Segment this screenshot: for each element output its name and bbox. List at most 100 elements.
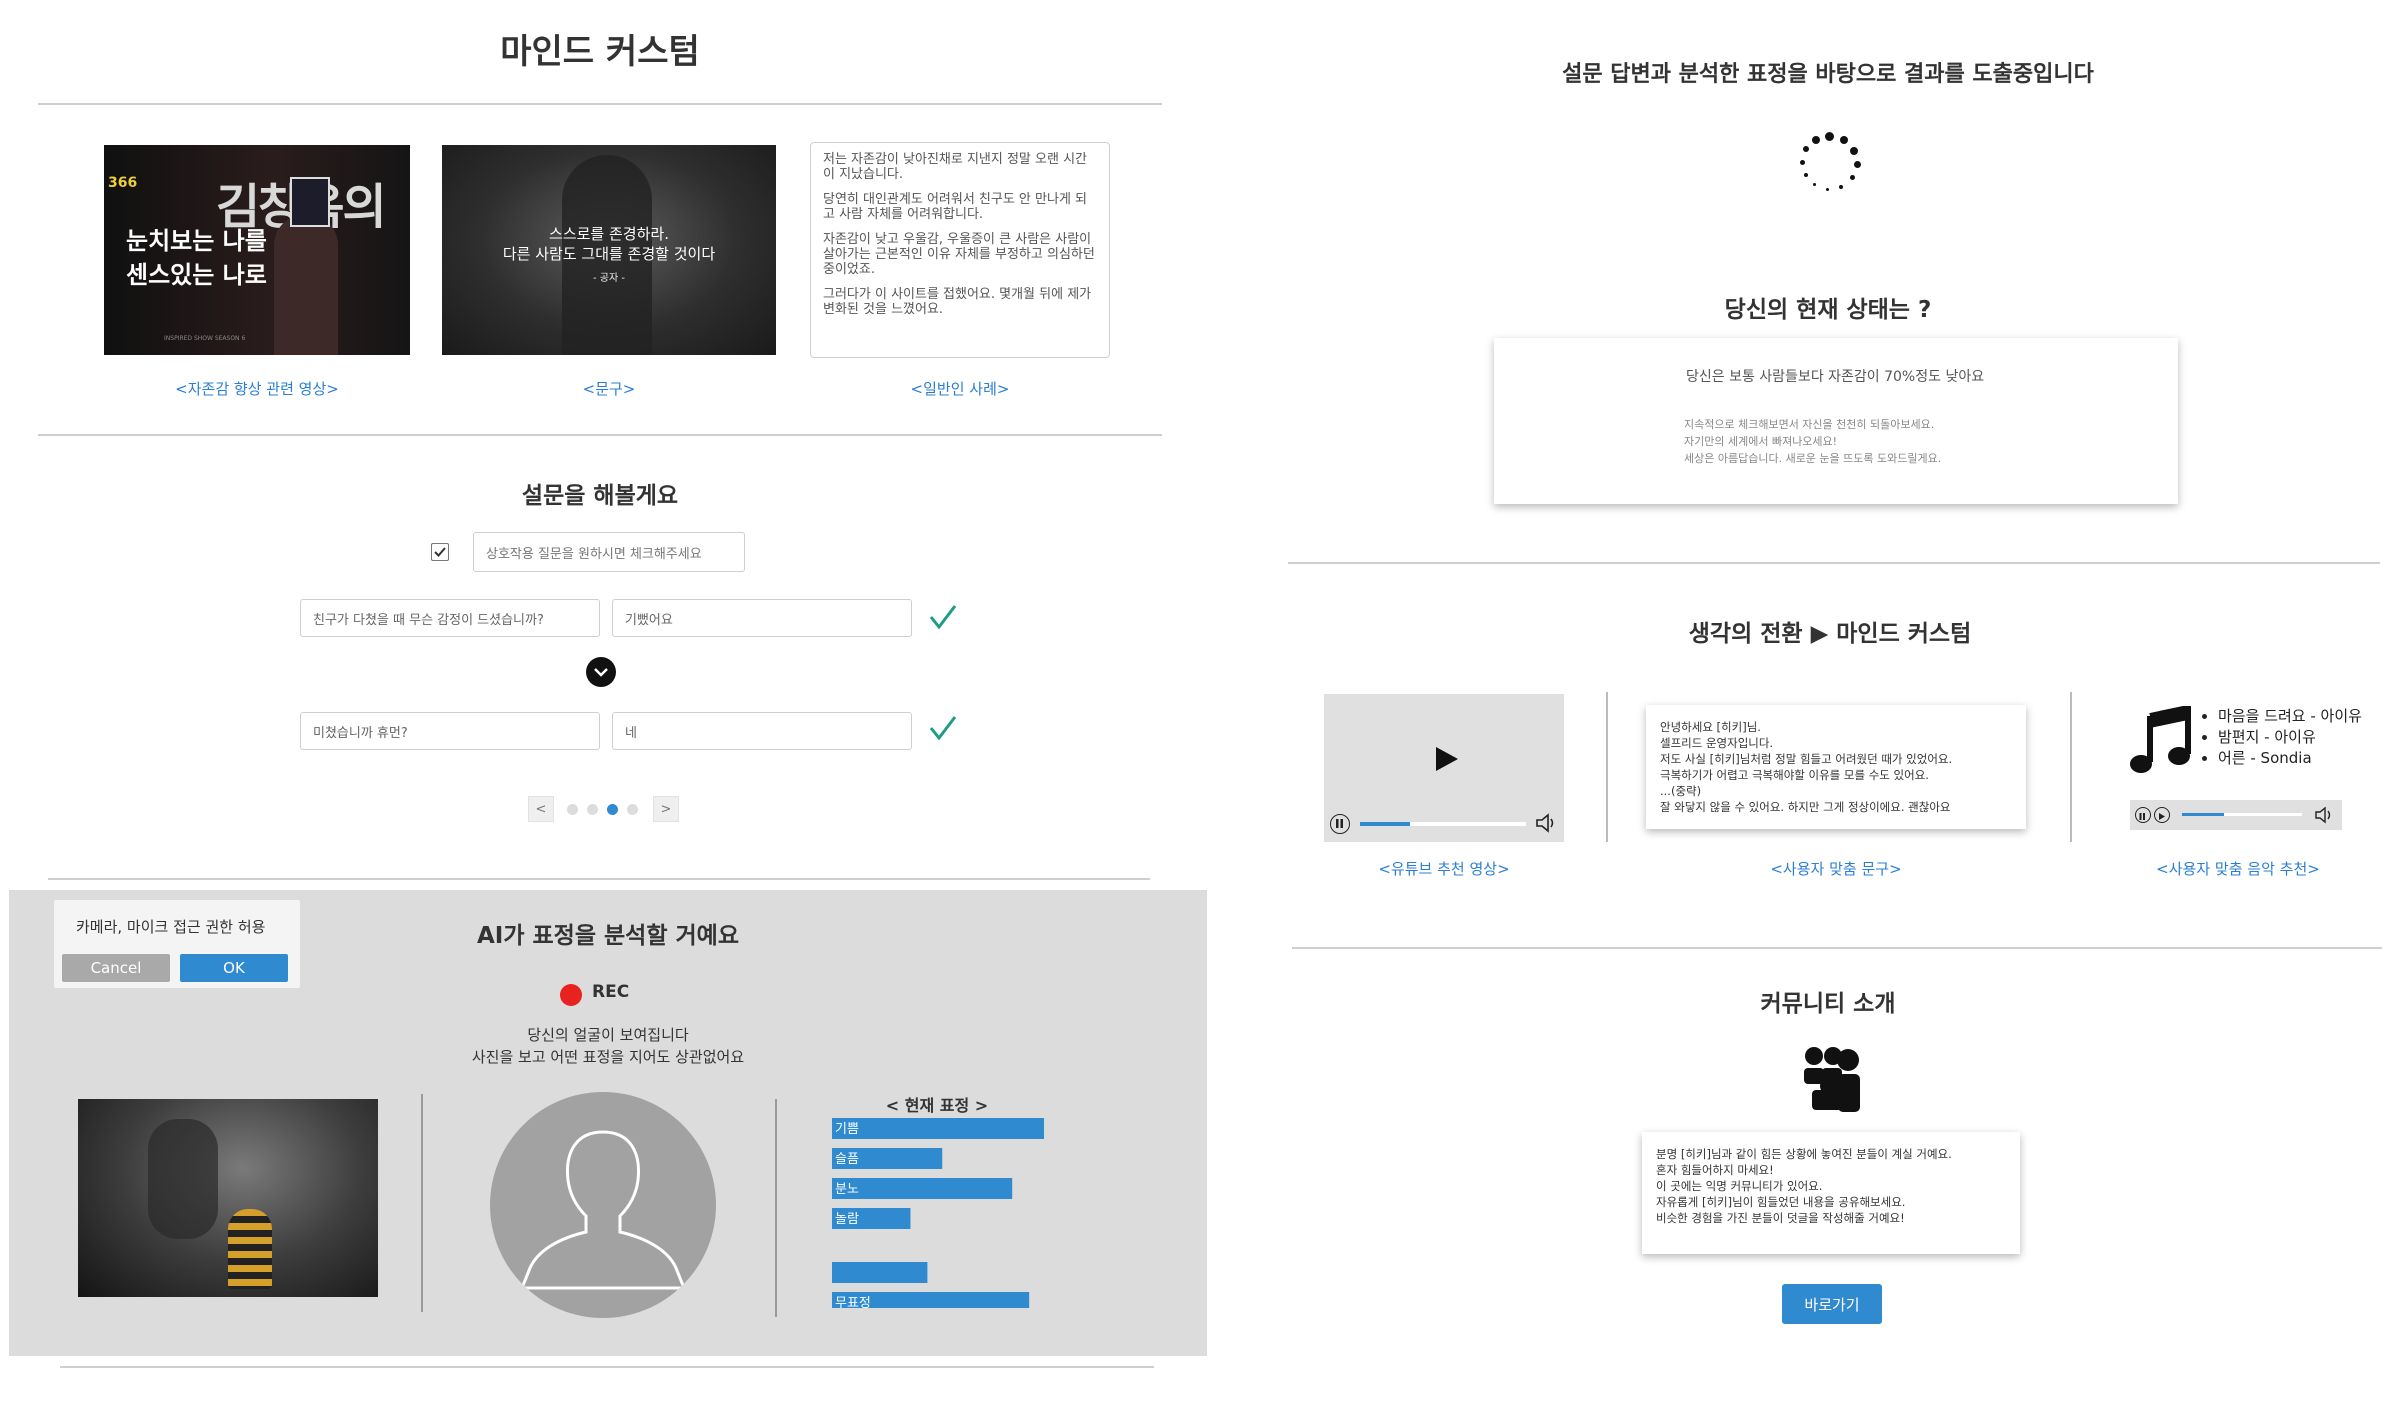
letter-line: 극복하기가 어렵고 극복해야할 이유를 모를 수도 있어요.	[1660, 768, 1929, 782]
status-line: 지속적으로 체크해보면서 자신을 천천히 되돌아보세요.	[1684, 418, 1935, 431]
survey-title: 설문을 해볼게요	[521, 483, 679, 509]
community-line: 이 곳에는 익명 커뮤니티가 있어요.	[1656, 1179, 1823, 1193]
pager-dot[interactable]	[627, 804, 638, 815]
volume-icon[interactable]	[1534, 812, 1558, 838]
rec-dot-icon	[560, 984, 582, 1006]
youtube-video-player[interactable]	[1324, 694, 1564, 842]
check-mark-icon	[928, 713, 958, 743]
community-line: 자유롭게 [히키]님이 힘들었던 내용을 공유해보세요.	[1656, 1195, 1906, 1209]
volume-icon[interactable]	[2314, 806, 2334, 828]
letter-line: 안녕하세요 [히키]님.	[1660, 720, 1761, 734]
testimonial-paragraph: 자존감이 낮고 우울감, 우울증이 큰 사람은 사람이 살아가는 근본적인 이유…	[823, 232, 1095, 277]
answer-1-field[interactable]: 기뻤어요	[612, 599, 912, 637]
pause-icon[interactable]	[2135, 807, 2151, 823]
music-recommend-link[interactable]: <사용자 맞춤 음악 추천>	[2136, 858, 2340, 879]
letter-line: 저도 사실 [히키]님처럼 정말 힘들고 어려웠던 때가 있었어요.	[1660, 752, 1953, 766]
ai-title: AI가 표정을 분석할 거예요	[477, 923, 739, 949]
self-esteem-video-thumbnail[interactable]: 366 김창옥의 눈치보는 나를 센스있는 나로 INSPIRED SHOW S…	[104, 145, 410, 355]
video-brand: 366	[108, 175, 138, 191]
divider	[38, 434, 1162, 436]
chevron-down-icon[interactable]	[586, 657, 616, 687]
pager-prev-button[interactable]: <	[528, 796, 554, 822]
self-esteem-video-link[interactable]: <자존감 향상 관련 영상>	[104, 378, 410, 399]
user-silhouette-icon	[490, 1092, 716, 1318]
pager-dot[interactable]	[587, 804, 598, 815]
music-item[interactable]: 마음을 드려요 - 아이유	[2218, 706, 2362, 727]
speaker-figure	[274, 215, 338, 355]
rec-label: REC	[592, 982, 630, 1002]
divider	[48, 878, 1150, 880]
expression-bar-label: 놀람	[835, 1212, 859, 1227]
question-1-field[interactable]: 친구가 다쳤을 때 무슨 감정이 드셨습니까?	[300, 599, 600, 637]
music-item[interactable]: 어른 - Sondia	[2218, 748, 2362, 769]
spinner-icon	[1798, 130, 1862, 194]
video-progress-fill	[1360, 822, 1410, 826]
quote-author: - 공자 -	[593, 273, 625, 284]
expression-bar	[832, 1178, 1013, 1199]
checkbox-icon[interactable]	[431, 543, 449, 561]
video-progress-track[interactable]	[1360, 822, 1526, 826]
ok-button[interactable]: OK	[180, 954, 288, 982]
expression-chart: < 현재 표정 > 기쁨 슬픔 분노 놀람 무표정	[832, 1090, 1072, 1310]
transition-title: 생각의 전환 ▶ 마인드 커스텀	[1688, 621, 1972, 647]
quote-link[interactable]: <문구>	[442, 378, 776, 399]
music-player[interactable]	[2130, 800, 2342, 830]
interaction-input[interactable]: 상호작용 질문을 원하시면 체크해주세요	[473, 532, 745, 572]
letter-line: ...(중략)	[1660, 784, 1702, 798]
music-note-icon	[2130, 704, 2192, 780]
expression-bar	[832, 1118, 1044, 1139]
testimonial-link[interactable]: <일반인 사례>	[810, 378, 1110, 399]
permission-dialog: 카메라, 마이크 접근 권한 허용 Cancel OK	[54, 900, 300, 988]
testimonial-box: 저는 자존감이 낮아진채로 지낸지 정말 오랜 시간이 지났습니다. 당연히 대…	[810, 142, 1110, 358]
community-line: 비슷한 경험을 가진 분들이 덧글을 작성해줄 거예요!	[1656, 1211, 1905, 1225]
divider	[1292, 947, 2382, 949]
photo-person	[228, 1209, 272, 1289]
ai-desc-2: 사진을 보고 어떤 표정을 지어도 상관없어요	[471, 1048, 745, 1066]
custom-phrase-link[interactable]: <사용자 맞춤 문구>	[1646, 858, 2026, 879]
pager-dot[interactable]	[567, 804, 578, 815]
pause-icon[interactable]	[1330, 814, 1350, 834]
divider	[60, 1366, 1154, 1368]
vertical-divider	[421, 1094, 423, 1312]
video-line-1: 눈치보는 나를	[126, 227, 267, 255]
expression-bar	[832, 1262, 928, 1283]
permission-text: 카메라, 마이크 접근 권한 허용	[76, 918, 266, 936]
letter-line: 잘 와닿지 않을 수 있어요. 하지만 그게 정상이에요. 괜찮아요	[1660, 800, 1951, 814]
answer-2-field[interactable]: 네	[612, 712, 912, 750]
status-title: 당신의 현재 상태는 ?	[1724, 297, 1932, 323]
letter-line: 셀프리드 운영자입니다.	[1660, 736, 1774, 750]
expression-bar-label: 기쁨	[835, 1122, 859, 1137]
expression-bar-label: 분노	[835, 1182, 859, 1197]
sample-photo	[78, 1099, 378, 1297]
music-item[interactable]: 밤편지 - 아이유	[2218, 727, 2362, 748]
status-line: 세상은 아름답습니다. 새로운 눈을 뜨도록 도와드릴게요.	[1684, 452, 1942, 465]
ai-desc-1: 당신의 얼굴이 보여집니다	[527, 1026, 689, 1044]
pager-dot-active[interactable]	[607, 804, 618, 815]
pager-next-button[interactable]: >	[653, 796, 679, 822]
chart-title: < 현재 표정 >	[885, 1096, 989, 1115]
video-line-2: 센스있는 나로	[126, 261, 267, 289]
vertical-divider	[1606, 692, 1608, 842]
music-progress-fill	[2182, 813, 2224, 816]
testimonial-paragraph: 당연히 대인관계도 어려워서 친구도 안 만나게 되고 사람 자체를 어려워합니…	[823, 192, 1087, 222]
cancel-button[interactable]: Cancel	[62, 954, 170, 982]
status-card: 당신은 보통 사람들보다 자존감이 70%정도 낮아요 지속적으로 체크해보면서…	[1494, 338, 2178, 504]
music-list: 마음을 드려요 - 아이유 밤편지 - 아이유 어른 - Sondia	[2200, 706, 2362, 769]
play-icon[interactable]	[2154, 807, 2170, 823]
play-icon[interactable]	[1432, 744, 1460, 778]
video-footer: INSPIRED SHOW SEASON 6	[164, 335, 246, 342]
music-progress-track[interactable]	[2182, 813, 2302, 816]
community-title: 커뮤니티 소개	[1760, 991, 1896, 1017]
vertical-divider	[775, 1099, 777, 1317]
loading-title: 설문 답변과 분석한 표정을 바탕으로 결과를 도출중입니다	[1562, 62, 2094, 87]
community-line: 분명 [히키]님과 같이 힘든 상황에 놓여진 분들이 계실 거예요.	[1656, 1147, 1952, 1161]
quote-image[interactable]: 스스로를 존경하라. 다른 사람도 그대를 존경할 것이다 - 공자 -	[442, 145, 776, 355]
go-community-button[interactable]: 바로가기	[1782, 1284, 1882, 1324]
question-2-field[interactable]: 미쳤습니까 휴먼?	[300, 712, 600, 750]
divider	[1288, 562, 2380, 564]
community-card: 분명 [히키]님과 같이 힘든 상황에 놓여진 분들이 계실 거예요. 혼자 힘…	[1642, 1132, 2020, 1254]
quote-line-1: 스스로를 존경하라.	[549, 225, 669, 243]
expression-bar-chart: 기쁨슬픔분노놀람무표정	[832, 1118, 1044, 1308]
youtube-video-link[interactable]: <유튜브 추천 영상>	[1324, 858, 1564, 879]
testimonial-paragraph: 저는 자존감이 낮아진채로 지낸지 정말 오랜 시간이 지났습니다.	[823, 152, 1087, 182]
